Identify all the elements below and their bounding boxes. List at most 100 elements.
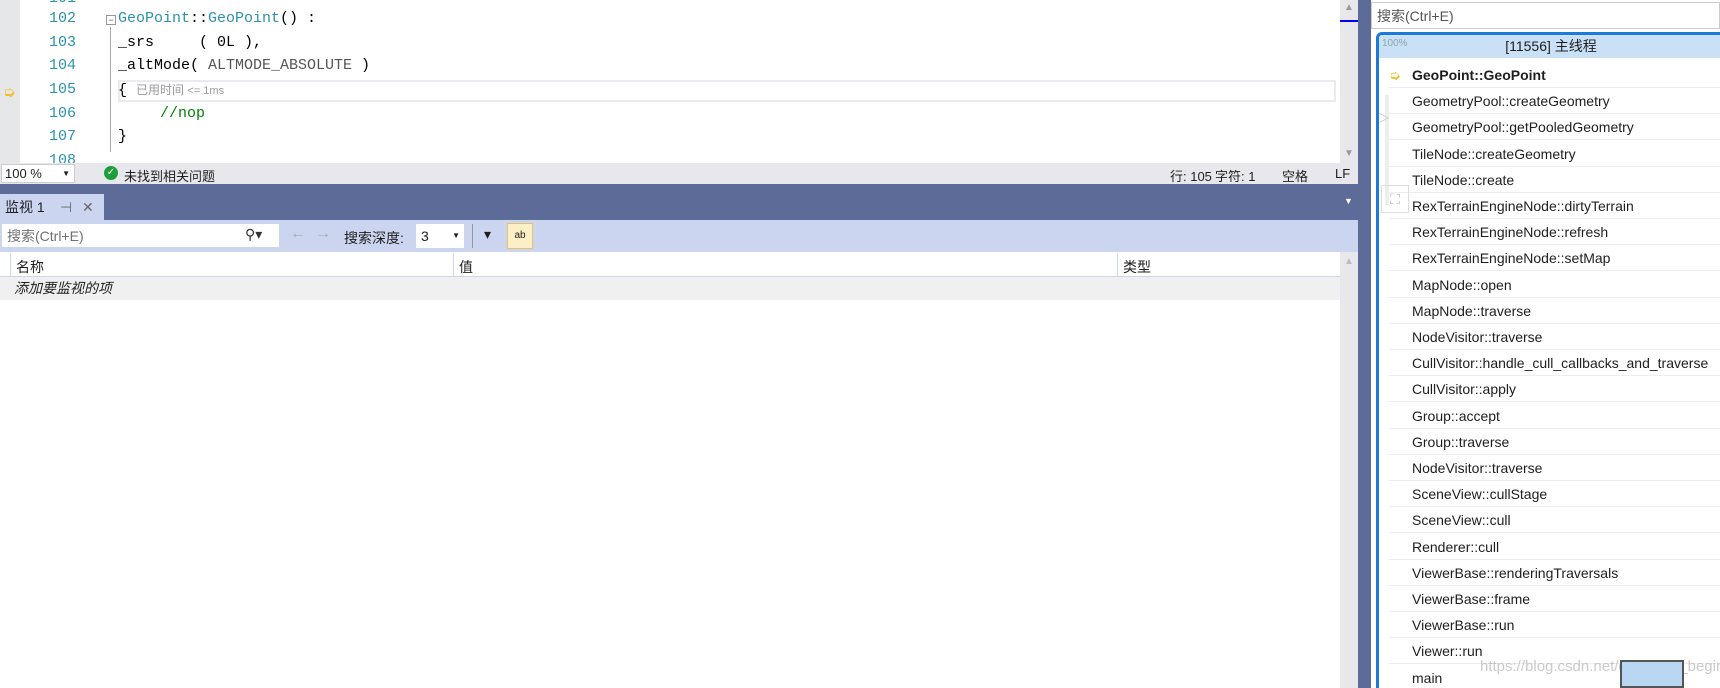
- code-line-102: GeoPoint::GeoPoint() :: [118, 10, 317, 27]
- breakpoint-gutter[interactable]: [0, 0, 20, 163]
- code-line-106: //nop: [160, 105, 206, 122]
- hex-display-toggle-icon[interactable]: ab: [507, 223, 533, 249]
- thread-header: [11556] 主线程: [1379, 35, 1720, 58]
- search-depth-dropdown[interactable]: 3 ▼: [416, 224, 464, 248]
- stack-frame[interactable]: ViewerBase::run: [1389, 612, 1720, 639]
- stack-frame[interactable]: Group::traverse: [1389, 429, 1720, 455]
- watch-search-input[interactable]: 搜索(Ctrl+E): [1, 223, 280, 248]
- char-indicator: 字符: 1: [1215, 169, 1256, 184]
- frame-label: ViewerBase::run: [1412, 617, 1515, 634]
- perf-tip[interactable]: 已用时间 <= 1ms: [136, 83, 224, 97]
- stack-frame[interactable]: MapNode::traverse: [1389, 298, 1720, 324]
- frame-label: TileNode::createGeometry: [1412, 145, 1576, 162]
- frame-label: main: [1412, 669, 1443, 686]
- callstack-search-input[interactable]: 搜索(Ctrl+E): [1371, 2, 1720, 29]
- code-line-103: _srs ( 0L ),: [118, 34, 263, 51]
- stack-frame[interactable]: GeometryPool::createGeometry: [1389, 88, 1720, 115]
- frame-label: RexTerrainEngineNode::setMap: [1412, 250, 1611, 267]
- search-depth-label: 搜索深度:: [344, 230, 404, 246]
- back-arrow-icon[interactable]: ←: [290, 225, 306, 243]
- watermark: https://blog.csdn.net/directx3d_beginner: [1480, 658, 1720, 675]
- forward-arrow-icon[interactable]: →: [315, 225, 331, 243]
- code-editor[interactable]: 101 102 103 104 105 106 107 108 ➭ − GeoP…: [0, 0, 1340, 163]
- stack-frame[interactable]: Group::accept: [1389, 403, 1720, 429]
- frame-label: MapNode::open: [1412, 276, 1512, 293]
- line-number: 101: [36, 0, 76, 7]
- frame-label: CullVisitor::apply: [1412, 381, 1517, 398]
- watch-panel-titlebar: 监视 1 ⊣ ✕ ▼: [0, 184, 1358, 220]
- frame-label: Group::traverse: [1412, 433, 1510, 450]
- code-line-105: { 已用时间 <= 1ms: [118, 82, 225, 99]
- stack-frame[interactable]: GeometryPool::getPooledGeometry: [1389, 114, 1720, 141]
- line-number: 104: [48, 57, 76, 74]
- stack-frame[interactable]: NodeVisitor::traverse: [1389, 455, 1720, 481]
- line-number: 103: [48, 34, 76, 51]
- watch-table-header: 名称 值 类型: [0, 253, 1340, 277]
- frame-label: NodeVisitor::traverse: [1412, 460, 1543, 476]
- issues-status[interactable]: 未找到相关问题: [124, 166, 215, 185]
- line-number: 105: [48, 81, 76, 98]
- frame-label: GeometryPool::getPooledGeometry: [1412, 119, 1634, 136]
- stack-frame[interactable]: TileNode::create: [1389, 167, 1720, 193]
- frame-label: Group::accept: [1412, 407, 1500, 424]
- frame-label: Viewer::run: [1412, 643, 1483, 660]
- pin-icon[interactable]: ⊣: [60, 194, 72, 220]
- line-number: 102: [48, 10, 76, 27]
- minimap-thumbnail[interactable]: [1620, 660, 1684, 688]
- frame-label: GeoPoint::GeoPoint: [1412, 67, 1546, 83]
- zoom-dropdown[interactable]: 100 % ▼: [1, 164, 75, 183]
- close-icon[interactable]: ✕: [82, 194, 94, 220]
- line-indicator: 行: 105: [1170, 169, 1212, 184]
- tab-watch-1[interactable]: 监视 1 ⊣ ✕: [0, 194, 104, 220]
- frame-label: NodeVisitor::traverse: [1412, 329, 1543, 345]
- panel-splitter[interactable]: [1358, 0, 1371, 688]
- stack-frame[interactable]: SceneView::cull: [1389, 507, 1720, 534]
- frame-label: GeometryPool::createGeometry: [1412, 93, 1610, 110]
- stack-frame[interactable]: CullVisitor::handle_cull_callbacks_and_t…: [1389, 350, 1720, 377]
- frame-label: Renderer::cull: [1412, 538, 1500, 555]
- frame-label: SceneView::cullStage: [1412, 486, 1548, 503]
- fit-to-view-icon[interactable]: ⛶: [1381, 185, 1409, 213]
- stack-frame[interactable]: CullVisitor::apply: [1389, 376, 1720, 403]
- line-number: 106: [48, 105, 76, 122]
- stack-frame[interactable]: ViewerBase::frame: [1389, 586, 1720, 612]
- current-line-highlight: [118, 80, 1336, 102]
- code-line-107: }: [118, 128, 128, 145]
- stack-frame[interactable]: TileNode::createGeometry: [1389, 141, 1720, 167]
- column-value[interactable]: 值: [459, 257, 473, 277]
- column-name[interactable]: 名称: [16, 257, 44, 277]
- line-number: 108: [48, 152, 76, 163]
- zoom-slider-thumb[interactable]: ▷: [1379, 107, 1389, 127]
- current-statement-arrow-icon: ➭: [3, 84, 16, 101]
- stack-frame[interactable]: ➭ GeoPoint::GeoPoint: [1389, 62, 1720, 88]
- whitespace-indicator[interactable]: 空格: [1282, 166, 1308, 185]
- stack-frame[interactable]: SceneView::cullStage: [1389, 481, 1720, 508]
- search-icon[interactable]: ⚲▾: [245, 226, 262, 243]
- line-number: 107: [48, 128, 76, 145]
- stack-frame[interactable]: RexTerrainEngineNode::setMap: [1389, 245, 1720, 272]
- frame-label: TileNode::create: [1412, 171, 1515, 188]
- parallel-stacks-panel[interactable]: [11556] 主线程 100% ➭ GeoPoint::GeoPoint Geom…: [1376, 32, 1720, 688]
- stack-frame[interactable]: NodeVisitor::traverse: [1389, 324, 1720, 350]
- stack-frame[interactable]: Renderer::cull: [1389, 534, 1720, 560]
- check-icon: ✓: [104, 166, 118, 180]
- column-type[interactable]: 类型: [1123, 257, 1151, 277]
- stack-frame[interactable]: RexTerrainEngineNode::refresh: [1389, 219, 1720, 246]
- frame-label: RexTerrainEngineNode::refresh: [1412, 224, 1609, 241]
- frame-label: MapNode::traverse: [1412, 302, 1532, 319]
- line-ending-indicator[interactable]: LF: [1335, 166, 1350, 181]
- frame-label: ViewerBase::frame: [1412, 591, 1531, 607]
- watch-vertical-scrollbar[interactable]: ▲: [1340, 252, 1358, 688]
- panel-menu-chevron-icon[interactable]: ▼: [1344, 196, 1353, 206]
- stack-frame[interactable]: ViewerBase::renderingTraversals: [1389, 560, 1720, 586]
- collapse-icon[interactable]: −: [106, 15, 116, 25]
- filter-pin-icon[interactable]: ▾: [484, 226, 491, 243]
- frame-label: RexTerrainEngineNode::dirtyTerrain: [1412, 198, 1634, 214]
- code-line-104: _altMode( ALTMODE_ABSOLUTE ): [118, 57, 371, 74]
- current-frame-arrow-icon: ➭: [1389, 67, 1401, 83]
- fold-guide: [110, 27, 111, 152]
- stack-frame[interactable]: MapNode::open: [1389, 272, 1720, 298]
- editor-vertical-scrollbar[interactable]: ▲ ▼: [1340, 0, 1358, 163]
- add-watch-item-row[interactable]: 添加要监视的项: [0, 277, 1340, 300]
- stack-frame[interactable]: RexTerrainEngineNode::dirtyTerrain: [1389, 193, 1720, 219]
